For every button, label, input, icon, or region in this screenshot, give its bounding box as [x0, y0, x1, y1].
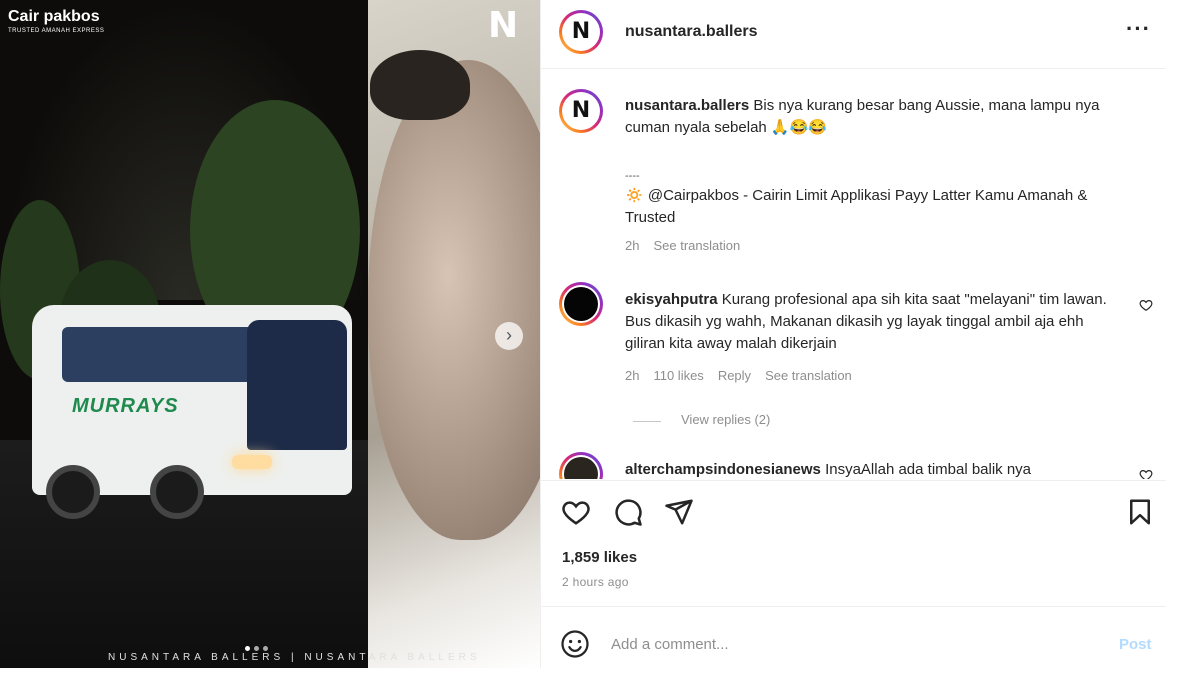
comment-text: alterchampsindonesianews InsyaAllah ada …	[625, 459, 1125, 479]
media-footer-watermark: NUSANTARA BALLERS | NUSANTARA BALLERS	[108, 652, 481, 663]
bus-windows	[62, 327, 262, 382]
share-send-icon[interactable]	[664, 497, 694, 527]
comment-avatar[interactable]	[559, 282, 603, 326]
comment-text: ekisyahputra Kurang profesional apa sih …	[625, 289, 1125, 355]
more-options-icon[interactable]: ···	[1126, 16, 1151, 42]
caption-promo: 🔅 @Cairpakbos - Cairin Limit Applikasi P…	[625, 187, 1088, 226]
caption-see-translation[interactable]: See translation	[653, 238, 740, 253]
nusantara-logo-icon: N	[488, 5, 519, 46]
comment-time: 2h	[625, 368, 640, 383]
avatar-logo: N	[565, 95, 597, 127]
add-comment-bar: Add a comment... Post	[541, 606, 1166, 669]
comment-like-icon[interactable]	[1139, 298, 1153, 312]
avatar-logo: N	[565, 16, 597, 48]
post-media[interactable]: MURRAYS Cair pakbos TRUSTED AMANAH EXPRE…	[0, 0, 540, 668]
comment-body: InsyaAllah ada timbal balik nya	[825, 461, 1032, 478]
comment-like-icon[interactable]	[1139, 468, 1153, 479]
bus: MURRAYS	[32, 305, 352, 519]
watermark-title: Cair pakbos	[8, 8, 100, 25]
post-header: N nusantara.ballers ···	[541, 0, 1166, 69]
header-username[interactable]: nusantara.ballers	[625, 23, 758, 41]
media-watermark: Cair pakbos TRUSTED AMANAH EXPRESS	[8, 8, 104, 34]
comment-bubble-icon[interactable]	[613, 497, 643, 527]
comment-likes[interactable]: 110 likes	[653, 368, 703, 383]
emoji-icon[interactable]	[560, 629, 590, 659]
caption-meta: 2h See translation	[625, 238, 740, 253]
carousel-dot	[245, 646, 250, 651]
bus-wheel	[150, 465, 204, 519]
caption-avatar[interactable]: N	[559, 89, 603, 133]
likes-count[interactable]: 1,859 likes	[562, 549, 637, 566]
view-replies-button[interactable]: View replies (2)	[681, 412, 770, 427]
carousel-dots	[245, 646, 268, 651]
add-comment-input[interactable]: Add a comment...	[611, 636, 729, 653]
comment-reply-button[interactable]: Reply	[718, 368, 751, 383]
post-timestamp: 2 hours ago	[562, 575, 629, 589]
selfie-hair	[370, 50, 470, 120]
caption-divider: ----	[625, 170, 640, 182]
carousel-dot	[254, 646, 259, 651]
watermark-subtitle: TRUSTED AMANAH EXPRESS	[8, 28, 105, 34]
next-slide-button[interactable]: ›	[495, 322, 523, 350]
caption-time: 2h	[625, 238, 640, 253]
post-panel: N nusantara.ballers ··· N nusantara.ball…	[540, 0, 1166, 668]
carousel-dot	[263, 646, 268, 651]
comment-meta: 2h 110 likes Reply See translation	[625, 368, 852, 383]
comment-avatar[interactable]	[559, 452, 603, 479]
bus-logo: MURRAYS	[72, 395, 179, 417]
comment-username[interactable]: alterchampsindonesianews	[625, 461, 821, 478]
like-heart-icon[interactable]	[561, 497, 591, 527]
header-avatar[interactable]: N	[559, 10, 603, 54]
post-actions	[541, 480, 1166, 541]
comments-list[interactable]: N nusantara.ballers Bis nya kurang besar…	[541, 69, 1166, 479]
night-scene: MURRAYS	[0, 0, 368, 668]
replies-line	[633, 421, 661, 422]
save-bookmark-icon[interactable]	[1125, 497, 1155, 527]
caption-text: nusantara.ballers Bis nya kurang besar b…	[625, 95, 1145, 139]
bus-headlight	[232, 455, 272, 469]
avatar-image	[564, 287, 598, 321]
bus-wheel	[46, 465, 100, 519]
comment-see-translation[interactable]: See translation	[765, 368, 852, 383]
bus-windshield	[247, 320, 347, 450]
comment-username[interactable]: ekisyahputra	[625, 291, 718, 308]
caption-username[interactable]: nusantara.ballers	[625, 97, 749, 114]
post-comment-button[interactable]: Post	[1119, 636, 1152, 653]
